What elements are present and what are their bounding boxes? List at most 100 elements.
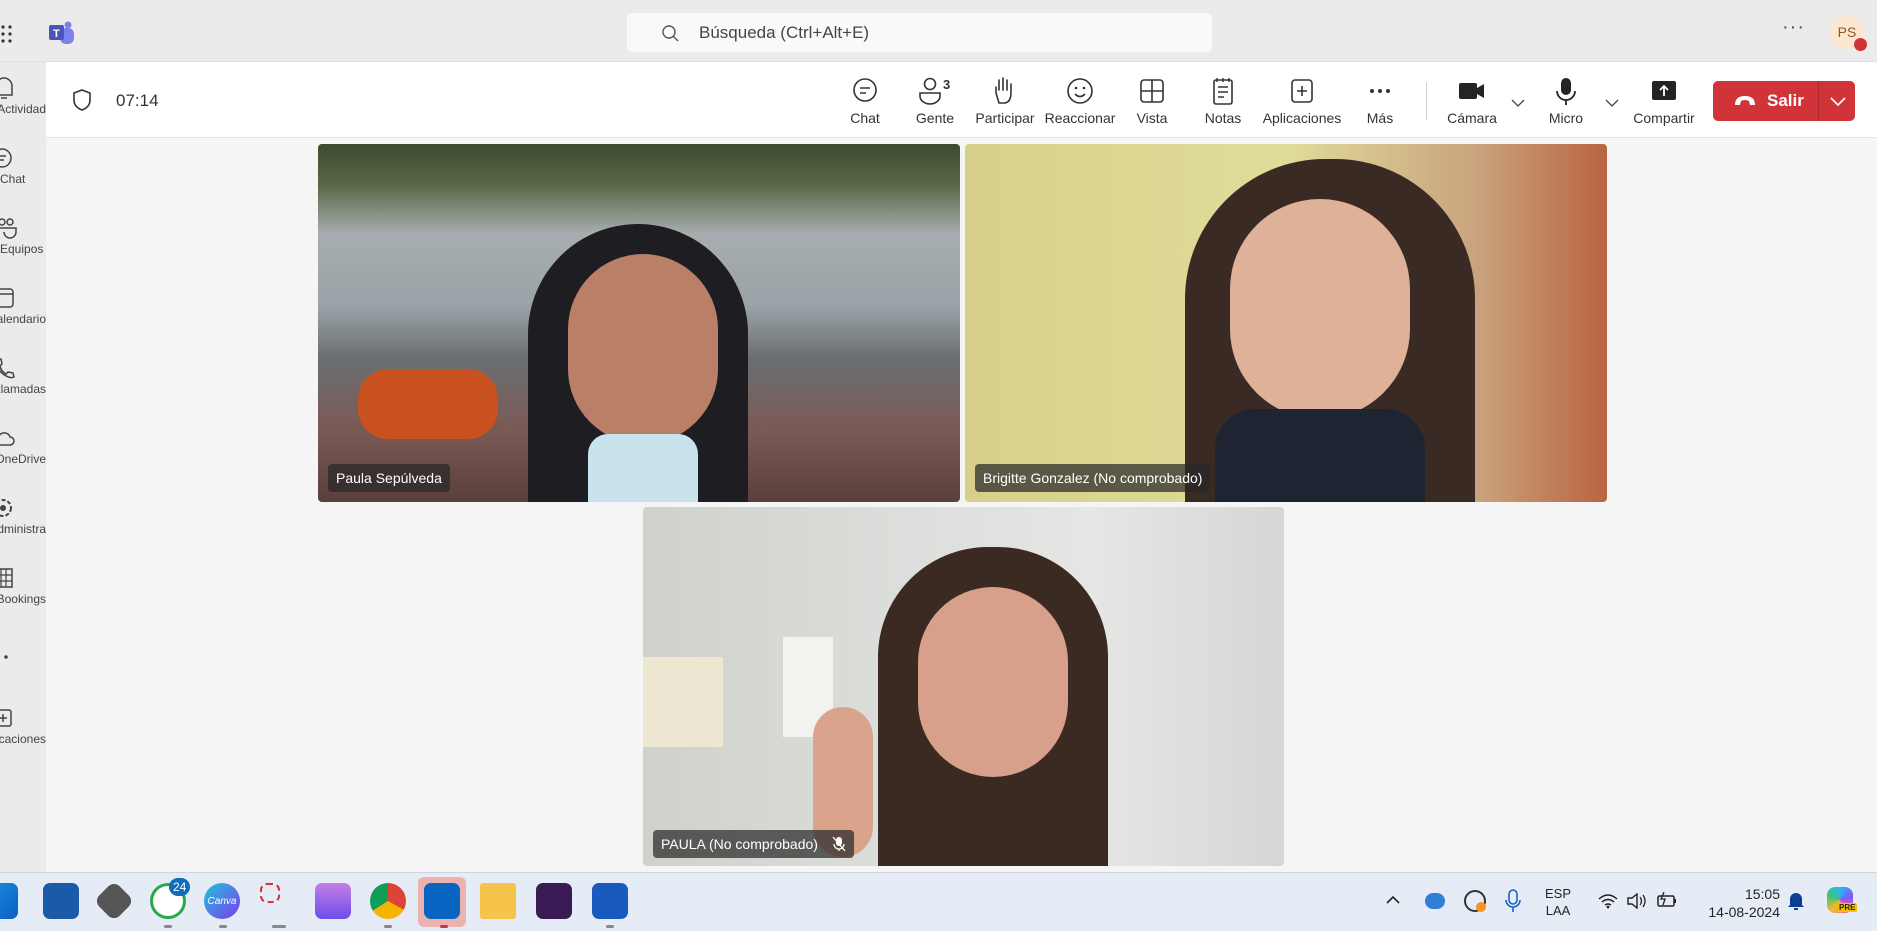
rail-label: Llamadas	[0, 382, 46, 396]
clipchamp-icon[interactable]	[315, 883, 351, 919]
windows-taskbar: 24 Canva ESP LAA 15:05 14-08-2024 PRE	[0, 872, 1877, 931]
volume-icon[interactable]	[1627, 893, 1647, 909]
rail-item-activity[interactable]: Actividad	[0, 76, 46, 116]
raise-hand-button[interactable]: Participar	[965, 76, 1045, 126]
grid-view-icon	[1140, 79, 1164, 103]
more-label: Más	[1366, 110, 1394, 126]
people-button[interactable]: 3 Gente	[895, 76, 975, 126]
calendar-icon	[0, 288, 14, 308]
sync-icon[interactable]	[1464, 890, 1486, 912]
rail-label: Chat	[0, 172, 26, 186]
onedrive-sync-icon[interactable]	[1425, 893, 1445, 909]
raise-label: Participar	[975, 110, 1035, 126]
mic-label: Micro	[1548, 110, 1584, 126]
copilot-preview-badge: PRE	[1837, 903, 1858, 912]
leave-options-chevron-icon[interactable]	[1830, 96, 1846, 106]
rail-item-onedrive[interactable]: OneDrive	[0, 426, 46, 466]
notes-icon	[1213, 78, 1233, 105]
copilot-icon[interactable]: PRE	[1827, 887, 1858, 913]
rail-item-apps[interactable]: Aplicaciones	[0, 706, 46, 746]
add-apps-icon	[1291, 79, 1313, 103]
notes-label: Notas	[1204, 110, 1242, 126]
notifications-bell-icon[interactable]	[1787, 891, 1805, 911]
rail-item-teams[interactable]: Equipos	[0, 216, 46, 256]
chat-icon	[0, 148, 12, 168]
video-tile-brigitte-gonzalez[interactable]: Brigitte Gonzalez (No comprobado)	[965, 144, 1607, 502]
view-label: Vista	[1136, 110, 1168, 126]
more-icon	[1370, 89, 1390, 93]
view-button[interactable]: Vista	[1112, 76, 1192, 126]
whatsapp-icon[interactable]: 24	[150, 878, 191, 919]
teams-icon	[0, 218, 17, 239]
input-language[interactable]: ESP LAA	[1545, 885, 1571, 919]
add-apps-icon	[0, 709, 12, 727]
participant-face	[918, 587, 1068, 777]
react-button[interactable]: Reaccionar	[1040, 76, 1120, 126]
mic-button[interactable]: Micro	[1526, 76, 1606, 126]
people-label: Gente	[915, 110, 955, 126]
media-player-icon[interactable]	[536, 883, 572, 919]
rail-item-calls[interactable]: Llamadas	[0, 356, 46, 396]
outlook-icon[interactable]	[424, 883, 460, 919]
video-tile-paula[interactable]: PAULA (No comprobado)	[643, 507, 1284, 866]
chrome-icon[interactable]	[370, 883, 406, 919]
participant-face	[1230, 199, 1410, 419]
participant-name-label: PAULA (No comprobado)	[653, 830, 854, 858]
store-icon[interactable]	[43, 883, 79, 919]
avatar[interactable]: PS	[1830, 15, 1867, 51]
app-icon[interactable]	[93, 880, 135, 922]
chat-button[interactable]: Chat	[825, 76, 905, 126]
canva-icon[interactable]: Canva	[204, 883, 240, 919]
rail-label: Administra...	[0, 522, 46, 536]
chat-label: Chat	[850, 110, 880, 126]
cloud-icon	[0, 432, 15, 446]
react-label: Reaccionar	[1044, 110, 1116, 126]
search-placeholder: Búsqueda (Ctrl+Alt+E)	[699, 22, 870, 42]
rail-item-calendar[interactable]: Calendario	[0, 286, 46, 326]
clock-time: 15:05	[1744, 886, 1780, 902]
rail-item-chat[interactable]: Chat	[0, 146, 46, 186]
more-icon	[4, 655, 8, 659]
snipping-tool-icon[interactable]	[260, 883, 280, 903]
wifi-icon[interactable]	[1598, 893, 1618, 909]
clock[interactable]: 15:05 14-08-2024	[1690, 885, 1780, 921]
share-button[interactable]: Compartir	[1624, 76, 1704, 126]
bell-icon	[0, 77, 13, 99]
people-count: 3	[943, 77, 950, 92]
clock-date: 14-08-2024	[1708, 904, 1780, 920]
hang-up-icon	[1735, 96, 1755, 105]
leave-button[interactable]: Salir	[1713, 81, 1855, 121]
camera-label: Cámara	[1447, 110, 1497, 126]
file-explorer-icon[interactable]	[480, 883, 516, 919]
app-launcher-icon[interactable]	[0, 24, 14, 44]
rail-item-more[interactable]	[0, 652, 46, 662]
battery-icon[interactable]	[1656, 891, 1678, 909]
camera-button[interactable]: Cámara	[1432, 76, 1512, 126]
keyboard-layout: LAA	[1545, 903, 1571, 918]
word-icon[interactable]	[592, 883, 628, 919]
rail-item-bookings[interactable]: Bookings	[0, 566, 46, 606]
rail-item-admin[interactable]: Administra...	[0, 496, 46, 536]
participant-name: PAULA (No comprobado)	[661, 836, 818, 852]
start-button[interactable]	[0, 883, 18, 919]
search-input[interactable]: Búsqueda (Ctrl+Alt+E)	[627, 13, 1212, 52]
video-tile-paula-sepulveda[interactable]: Paula Sepúlveda	[318, 144, 960, 502]
show-hidden-icons-chevron[interactable]	[1386, 895, 1400, 905]
microphone-icon	[1556, 78, 1576, 105]
microphone-tray-icon[interactable]	[1505, 889, 1521, 915]
apps-button[interactable]: Aplicaciones	[1262, 76, 1342, 126]
camera-options-chevron-icon[interactable]	[1511, 98, 1525, 108]
teams-logo-icon: T	[49, 21, 74, 44]
participant-sweater	[1215, 409, 1425, 502]
share-screen-icon	[1652, 81, 1676, 100]
rail-label: Calendario	[0, 312, 46, 326]
search-icon	[662, 24, 679, 41]
more-options-button[interactable]: ···	[1782, 16, 1805, 39]
notes-button[interactable]: Notas	[1183, 76, 1263, 126]
more-button[interactable]: Más	[1340, 76, 1420, 126]
phone-icon	[0, 358, 15, 379]
gear-icon	[0, 499, 12, 517]
mic-options-chevron-icon[interactable]	[1605, 98, 1619, 108]
running-indicator	[606, 925, 614, 928]
running-indicator	[384, 925, 392, 928]
